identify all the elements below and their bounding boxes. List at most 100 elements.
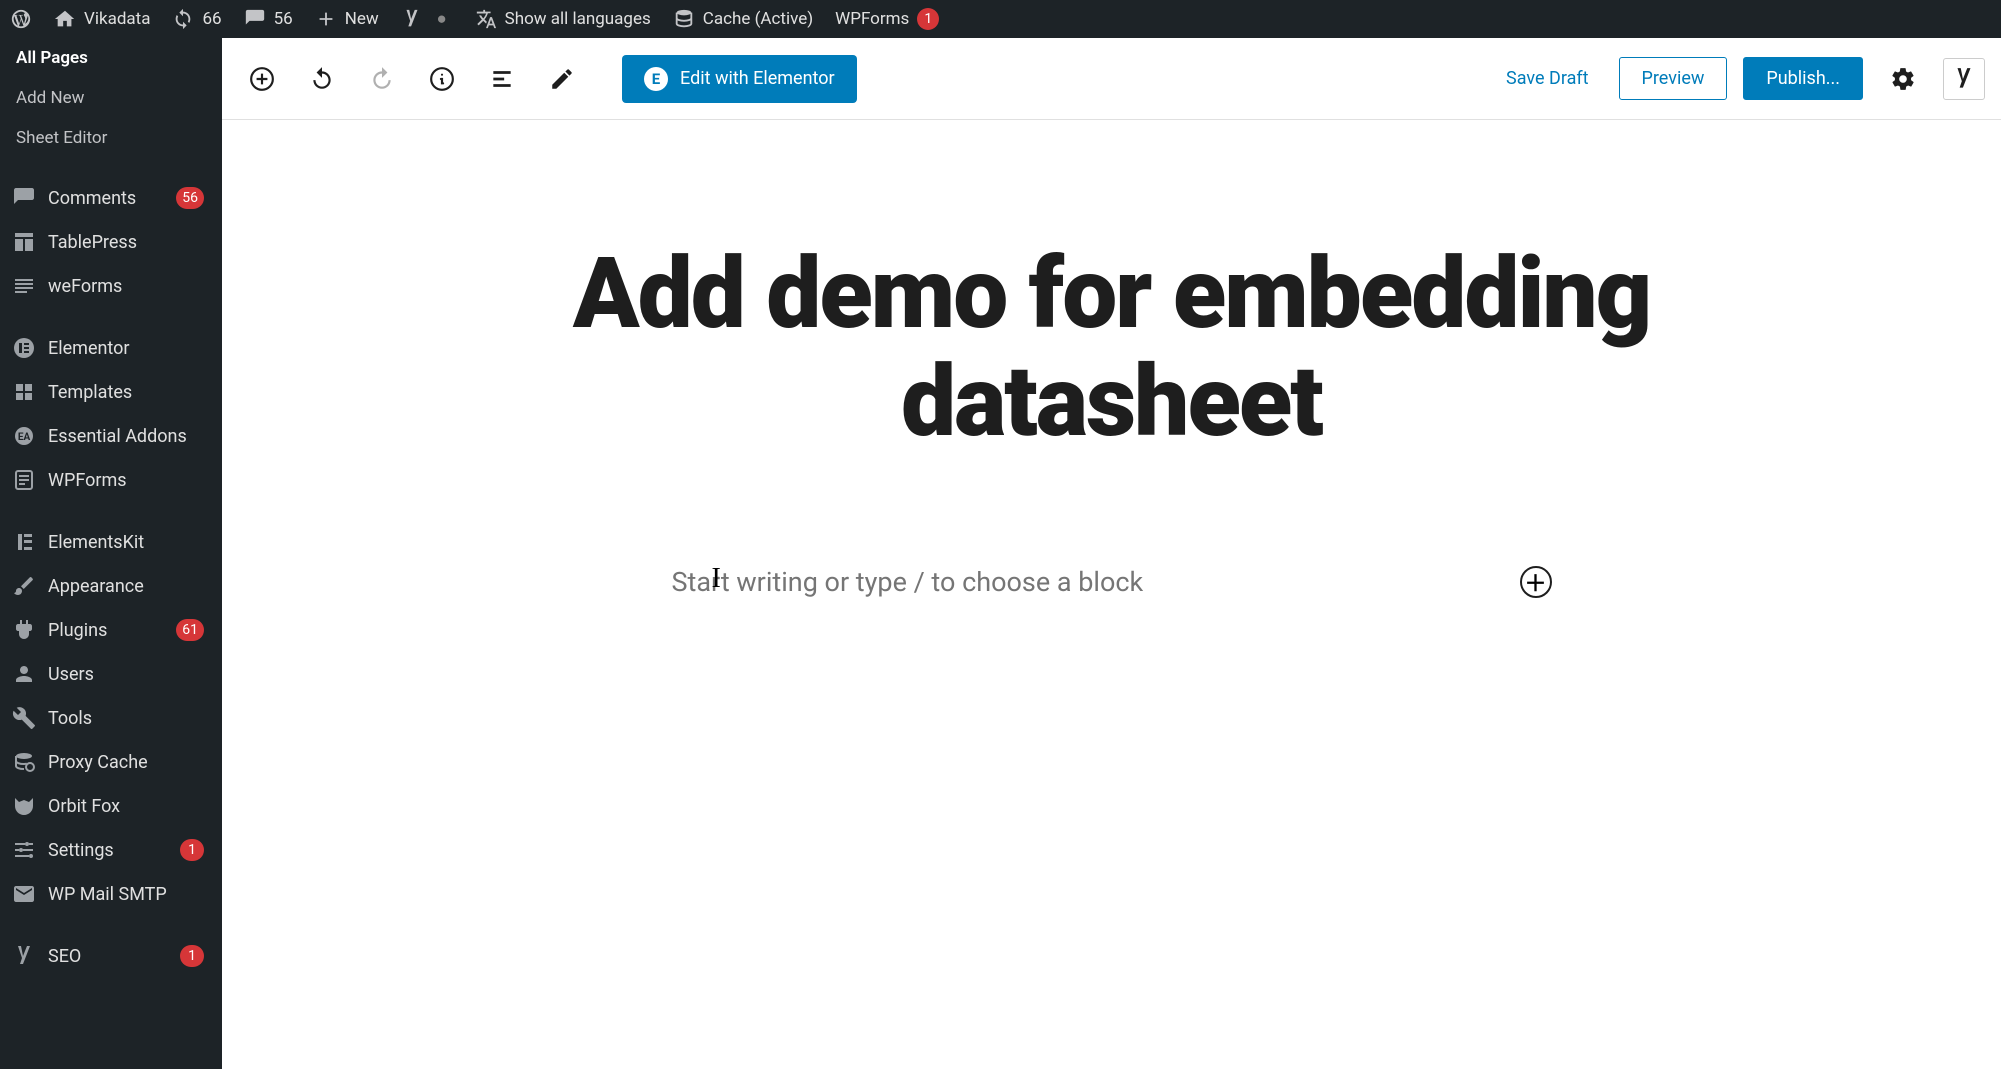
sidebar-item-tablepress[interactable]: TablePress [0, 220, 222, 264]
sidebar-item-elementskit[interactable]: ElementsKit [0, 520, 222, 564]
placeholder-text: Start writing or type / to choose a bloc… [672, 566, 1144, 598]
outline-button[interactable] [478, 55, 526, 103]
new-content-link[interactable]: New [315, 8, 379, 30]
database-icon [673, 8, 695, 30]
site-name: Vikadata [84, 9, 150, 29]
yoast-panel-button[interactable] [1943, 58, 1985, 100]
new-label: New [345, 9, 379, 29]
templates-icon [12, 380, 36, 404]
languages-link[interactable]: Show all languages [475, 8, 651, 30]
text-cursor-icon: I [712, 563, 714, 597]
toolbar-right: Save Draft Preview Publish... [1492, 55, 1985, 103]
user-icon [12, 662, 36, 686]
weforms-label: weForms [48, 276, 122, 297]
sidebar-item-tools[interactable]: Tools [0, 696, 222, 740]
table-icon [12, 230, 36, 254]
seo-badge: 1 [180, 945, 204, 967]
sidebar-item-add-new[interactable]: Add New [0, 78, 222, 118]
comments-badge: 56 [176, 187, 204, 209]
wpforms-bar-badge: 1 [917, 8, 939, 30]
inline-add-block-button[interactable]: ＋ [1520, 566, 1552, 598]
cache-link[interactable]: Cache (Active) [673, 8, 813, 30]
comments-link[interactable]: 56 [244, 8, 293, 30]
plugins-badge: 61 [176, 619, 204, 641]
wpforms-bar-label: WPForms [835, 9, 909, 29]
sidebar-item-users[interactable]: Users [0, 652, 222, 696]
updates-count: 66 [202, 9, 221, 29]
comment-icon [244, 8, 266, 30]
wpforms-icon [12, 468, 36, 492]
essential-addons-label: Essential Addons [48, 426, 187, 447]
elementor-e-icon: E [644, 67, 668, 91]
updates-link[interactable]: 66 [172, 8, 221, 30]
plugins-label: Plugins [48, 620, 107, 641]
orbit-fox-label: Orbit Fox [48, 796, 120, 817]
toolbar-left: E Edit with Elementor [238, 55, 857, 103]
sidebar-item-weforms[interactable]: weForms [0, 264, 222, 308]
cache-label: Cache (Active) [703, 9, 813, 29]
sheet-editor-label: Sheet Editor [16, 128, 107, 148]
appearance-label: Appearance [48, 576, 144, 597]
edit-with-elementor-button[interactable]: E Edit with Elementor [622, 55, 857, 103]
admin-sidebar: All Pages Add New Sheet Editor Comments … [0, 38, 222, 1069]
sidebar-item-elementor[interactable]: Elementor [0, 326, 222, 370]
updates-icon [172, 8, 194, 30]
fox-icon [12, 794, 36, 818]
publish-button[interactable]: Publish... [1743, 57, 1863, 100]
sidebar-item-settings[interactable]: Settings 1 [0, 828, 222, 872]
block-placeholder-row: Start writing or type / to choose a bloc… [672, 566, 1552, 598]
wordpress-icon [10, 8, 32, 30]
details-button[interactable] [418, 55, 466, 103]
undo-button[interactable] [298, 55, 346, 103]
add-block-button[interactable] [238, 55, 286, 103]
comments-count: 56 [274, 9, 293, 29]
block-placeholder-input[interactable]: Start writing or type / to choose a bloc… [672, 566, 1144, 598]
sidebar-item-all-pages[interactable]: All Pages [0, 38, 222, 78]
elementor-icon [12, 336, 36, 360]
tools-label: Tools [48, 708, 92, 729]
seo-label: SEO [48, 946, 81, 967]
plugin-icon [12, 618, 36, 642]
elementor-btn-label: Edit with Elementor [680, 68, 835, 89]
save-draft-button[interactable]: Save Draft [1492, 58, 1602, 99]
elementskit-icon [12, 530, 36, 554]
elementskit-label: ElementsKit [48, 532, 144, 553]
site-name-link[interactable]: Vikadata [54, 8, 150, 30]
sidebar-item-plugins[interactable]: Plugins 61 [0, 608, 222, 652]
sidebar-item-wp-mail-smtp[interactable]: WP Mail SMTP [0, 872, 222, 916]
sidebar-item-orbit-fox[interactable]: Orbit Fox [0, 784, 222, 828]
edit-mode-button[interactable] [538, 55, 586, 103]
wpforms-label: WPForms [48, 470, 127, 491]
settings-panel-button[interactable] [1879, 55, 1927, 103]
form-icon [12, 274, 36, 298]
mail-icon [12, 882, 36, 906]
sidebar-item-wpforms[interactable]: WPForms [0, 458, 222, 502]
preview-button[interactable]: Preview [1619, 57, 1728, 100]
yoast-bar-item[interactable]: ● [401, 8, 453, 30]
translate-icon [475, 8, 497, 30]
admin-bar: Vikadata 66 56 New ● Show all languages … [0, 0, 2001, 38]
templates-label: Templates [48, 382, 132, 403]
addons-icon: EA [12, 424, 36, 448]
proxy-cache-label: Proxy Cache [48, 752, 148, 773]
comment-icon [12, 186, 36, 210]
wpforms-bar-link[interactable]: WPForms 1 [835, 8, 939, 30]
sidebar-item-appearance[interactable]: Appearance [0, 564, 222, 608]
status-dot-icon: ● [431, 8, 453, 30]
editor-toolbar: E Edit with Elementor Save Draft Preview… [222, 38, 2001, 120]
sidebar-item-proxy-cache[interactable]: Proxy Cache [0, 740, 222, 784]
yoast-icon [12, 944, 36, 968]
wp-mail-smtp-label: WP Mail SMTP [48, 884, 167, 905]
languages-label: Show all languages [505, 9, 651, 29]
page-title-input[interactable]: Add demo for embedding datasheet [387, 240, 1837, 456]
wp-logo[interactable] [10, 8, 32, 30]
sidebar-item-essential-addons[interactable]: EA Essential Addons [0, 414, 222, 458]
sidebar-item-comments[interactable]: Comments 56 [0, 176, 222, 220]
cache-icon [12, 750, 36, 774]
sidebar-item-seo[interactable]: SEO 1 [0, 934, 222, 978]
sidebar-item-templates[interactable]: Templates [0, 370, 222, 414]
redo-button[interactable] [358, 55, 406, 103]
sidebar-item-sheet-editor[interactable]: Sheet Editor [0, 118, 222, 158]
svg-text:EA: EA [18, 432, 31, 443]
add-new-label: Add New [16, 88, 84, 108]
